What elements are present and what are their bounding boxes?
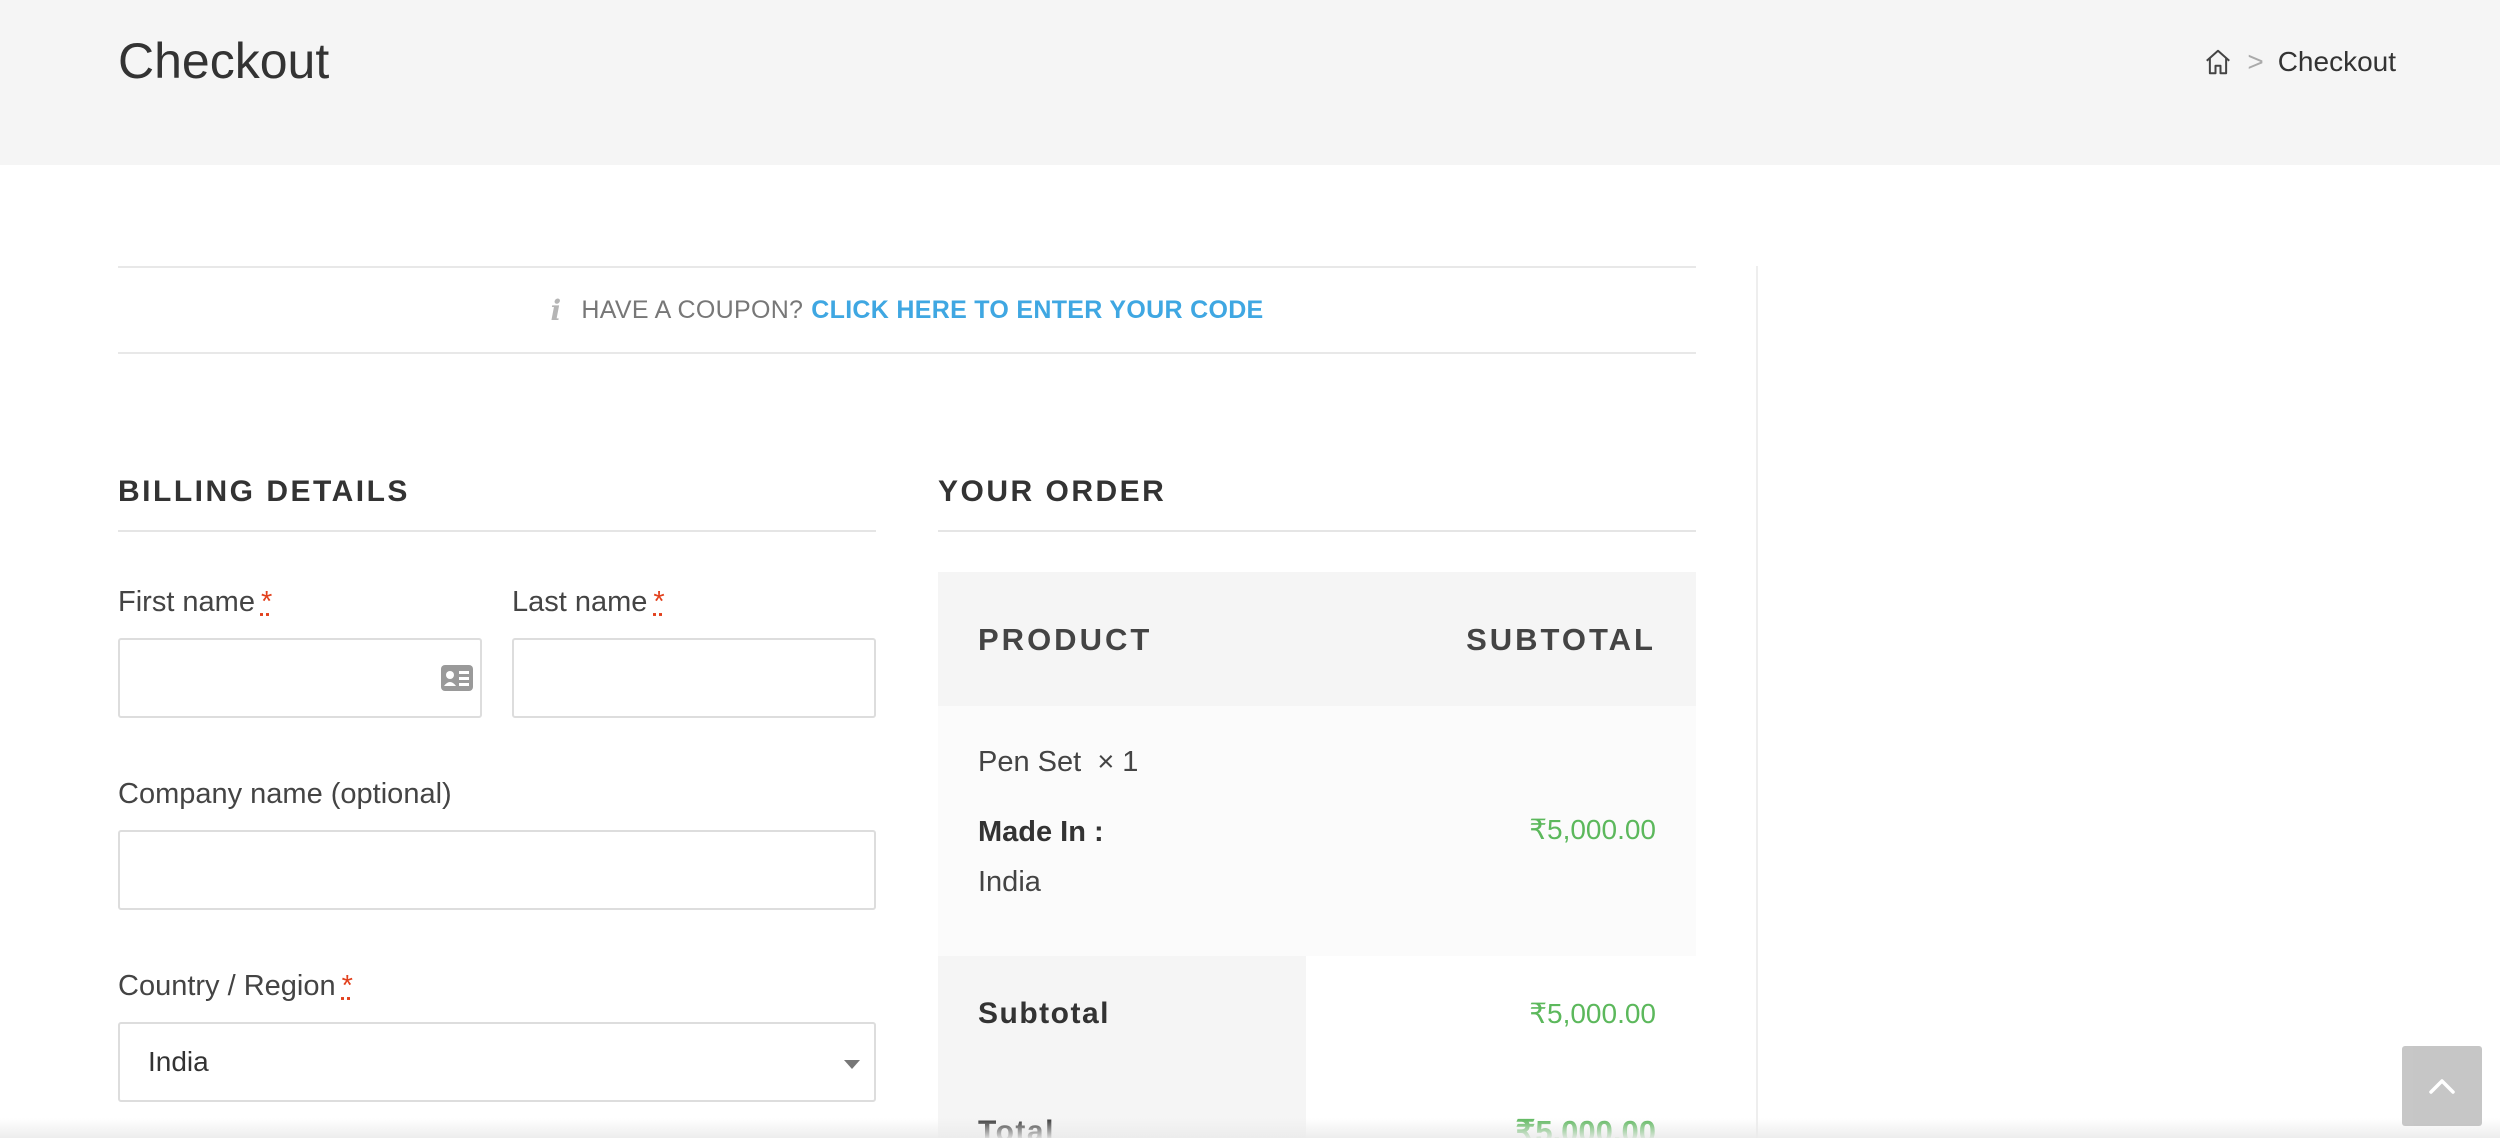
last-name-input[interactable]: [512, 638, 876, 718]
subtotal-column-header: Subtotal: [1466, 622, 1656, 657]
breadcrumb: > Checkout: [2203, 44, 2396, 80]
total-label: Total: [978, 1115, 1055, 1138]
total-label-cell: Total: [938, 1072, 1306, 1138]
chevron-down-icon: [844, 1060, 860, 1069]
back-to-top-button[interactable]: [2402, 1046, 2482, 1126]
billing-details-heading: Billing details: [118, 475, 410, 508]
sidebar-divider: [1756, 266, 1758, 1138]
required-mark: *: [341, 970, 353, 1002]
breadcrumb-separator: >: [2247, 46, 2264, 77]
breadcrumb-current: Checkout: [2277, 46, 2396, 77]
subtotal-label-cell: Subtotal: [938, 956, 1306, 1072]
country-select-value: India: [148, 1046, 209, 1077]
first-name-label: First name *: [118, 586, 273, 618]
product-column-header: Product: [978, 622, 1153, 657]
home-icon[interactable]: [2203, 47, 2233, 77]
order-item-price: ₹5,000.00: [1529, 814, 1656, 845]
info-icon: i: [550, 293, 562, 327]
your-order-heading: Your order: [938, 475, 1167, 508]
subtotal-value: ₹5,000.00: [1529, 998, 1656, 1029]
coupon-prompt: Have a coupon?: [581, 295, 804, 324]
order-item-row: Pen Set × 1 Made In : India ₹5,000.00: [938, 706, 1696, 956]
item-meta-value: India: [978, 866, 1041, 898]
billing-heading-divider: [118, 530, 876, 532]
checkout-page: Checkout > Checkout i Have a coupon? Cli…: [0, 0, 2500, 1138]
required-mark: *: [260, 586, 273, 618]
coupon-notice: i Have a coupon? Click here to enter you…: [118, 266, 1696, 354]
item-meta-label: Made In :: [978, 816, 1104, 848]
total-value-cell: ₹5,000.00: [1306, 1072, 1696, 1138]
company-name-label: Company name (optional): [118, 778, 452, 810]
page-header: Checkout > Checkout: [0, 0, 2500, 165]
page-title: Checkout: [118, 33, 330, 89]
chevron-up-icon: [2429, 1079, 2455, 1094]
company-name-input[interactable]: [118, 830, 876, 910]
total-value: ₹5,000.00: [1515, 1114, 1656, 1138]
first-name-input[interactable]: [118, 638, 482, 718]
order-table-header: Product Subtotal: [938, 572, 1696, 706]
order-heading-divider: [938, 530, 1696, 532]
last-name-label: Last name *: [512, 586, 665, 618]
subtotal-label: Subtotal: [978, 997, 1110, 1030]
contact-card-icon[interactable]: [440, 664, 474, 692]
country-select[interactable]: India: [118, 1022, 876, 1102]
order-item-name: Pen Set × 1: [978, 746, 1139, 778]
order-item-quantity: × 1: [1097, 746, 1139, 778]
subtotal-value-cell: ₹5,000.00: [1306, 956, 1696, 1072]
required-mark: *: [653, 586, 665, 618]
show-coupon-link[interactable]: Click here to enter your code: [811, 296, 1263, 325]
country-label: Country / Region *: [118, 970, 353, 1002]
